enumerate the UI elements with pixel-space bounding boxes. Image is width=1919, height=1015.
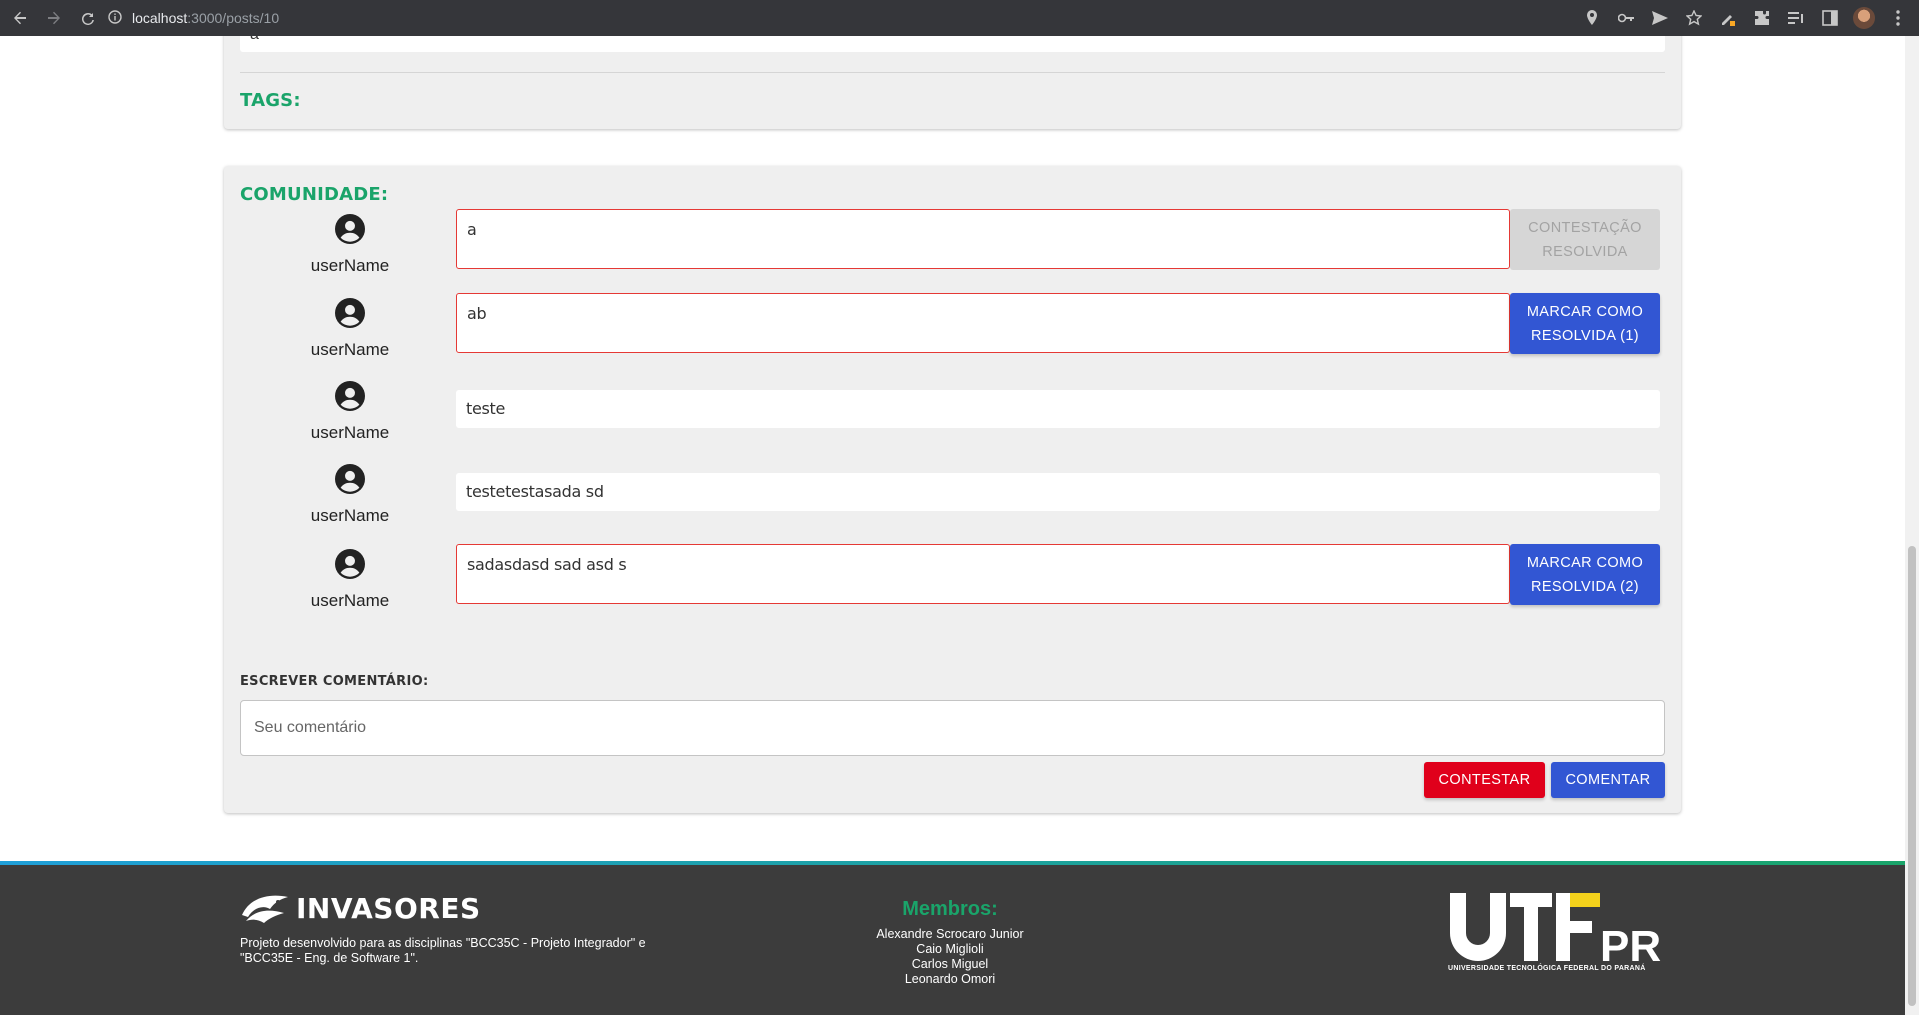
write-comment-label: ESCREVER COMENTÁRIO: xyxy=(240,674,429,689)
member-name: Alexandre Scrocaro Junior xyxy=(876,927,1024,941)
comment-input-placeholder: Seu comentário xyxy=(254,719,367,736)
footer: INVASORES Projeto desenvolvido para as d… xyxy=(0,861,1905,1015)
project-description: Projeto desenvolvido para as disciplinas… xyxy=(240,936,646,965)
url-path: :3000/posts/10 xyxy=(187,10,280,26)
post-details-card: a TAGS: xyxy=(224,36,1681,129)
comment-text: ab xyxy=(456,293,1510,353)
comment-username: userName xyxy=(310,591,390,610)
comment-item: userName teste xyxy=(240,376,1665,442)
community-card: COMUNIDADE: userName a CONTESTAÇÃO RESOL… xyxy=(224,166,1681,813)
location-icon[interactable] xyxy=(1581,7,1603,29)
utfpr-logo-mark: PR xyxy=(1450,893,1661,971)
post-field-value: a xyxy=(250,36,259,44)
comment-text: teste xyxy=(456,390,1660,428)
member-name: Caio Miglioli xyxy=(916,942,984,956)
extensions-puzzle-icon[interactable] xyxy=(1751,7,1773,29)
svg-text:PR: PR xyxy=(1600,922,1661,963)
comment-username: userName xyxy=(310,423,390,442)
user-avatar-icon xyxy=(335,464,365,494)
user-avatar-icon xyxy=(335,381,365,411)
extension-pen-icon[interactable] xyxy=(1717,7,1739,29)
mark-resolved-button[interactable]: MARCAR COMO RESOLVIDA (1) xyxy=(1510,293,1660,354)
bookmark-star-icon[interactable] xyxy=(1683,7,1705,29)
comment-text: testetestasada sd xyxy=(456,473,1660,511)
forward-icon[interactable] xyxy=(40,4,68,32)
user-avatar-icon xyxy=(335,298,365,328)
comment-username: userName xyxy=(310,256,390,275)
profile-avatar[interactable] xyxy=(1853,7,1875,29)
invasores-logo-icon xyxy=(242,895,288,923)
community-title: COMUNIDADE: xyxy=(240,184,389,205)
comment-user: userName xyxy=(240,298,460,360)
page-viewport: a TAGS: COMUNIDADE: userName a CONTESTAÇ… xyxy=(0,36,1905,1015)
send-icon[interactable] xyxy=(1649,7,1671,29)
contest-button[interactable]: CONTESTAR xyxy=(1424,762,1545,798)
comment-user: userName xyxy=(240,549,460,611)
comment-username: userName xyxy=(310,340,390,359)
user-avatar-icon xyxy=(335,549,365,579)
post-field: a xyxy=(240,36,1665,52)
university-name: UNIVERSIDADE TECNOLÓGICA FEDERAL DO PARA… xyxy=(1448,965,1646,972)
contest-resolved-button: CONTESTAÇÃO RESOLVIDA xyxy=(1510,209,1660,270)
members-block: Membros: Alexandre Scrocaro Junior Caio … xyxy=(860,898,1040,987)
menu-dots-icon[interactable] xyxy=(1887,7,1909,29)
comment-item: userName testetestasada sd xyxy=(240,459,1665,525)
comment-user: userName xyxy=(240,214,460,276)
utfpr-logo: PR UNIVERSIDADE TECNOLÓGICA FEDERAL DO P… xyxy=(1448,891,1668,973)
comment-item: userName a CONTESTAÇÃO RESOLVIDA xyxy=(240,209,1665,275)
members-title: Membros: xyxy=(902,898,998,920)
mark-resolved-button[interactable]: MARCAR COMO RESOLVIDA (2) xyxy=(1510,544,1660,605)
scrollbar-thumb[interactable] xyxy=(1908,546,1916,1006)
reading-list-icon[interactable] xyxy=(1785,7,1807,29)
brand-logo: INVASORES xyxy=(240,891,481,925)
page-scrollbar[interactable] xyxy=(1905,36,1919,1015)
comment-username: userName xyxy=(310,506,390,525)
comment-text: sadasdasd sad asd s xyxy=(456,544,1510,604)
site-info-icon[interactable] xyxy=(108,9,122,27)
back-icon[interactable] xyxy=(6,4,34,32)
footer-stripe xyxy=(0,861,1905,865)
comment-item: userName sadasdasd sad asd s MARCAR COMO… xyxy=(240,544,1665,610)
key-icon[interactable] xyxy=(1615,7,1637,29)
comment-text: a xyxy=(456,209,1510,269)
comment-button[interactable]: COMENTAR xyxy=(1551,762,1665,798)
url-host: localhost xyxy=(132,10,188,26)
divider xyxy=(240,72,1665,73)
brand-name: INVASORES xyxy=(296,891,481,925)
user-avatar-icon xyxy=(335,214,365,244)
comment-item: userName ab MARCAR COMO RESOLVIDA (1) xyxy=(240,293,1665,359)
comment-user: userName xyxy=(240,464,460,526)
address-bar[interactable]: localhost:3000/posts/10 xyxy=(108,0,279,36)
member-name: Carlos Miguel xyxy=(911,957,989,971)
member-name: Leonardo Omori xyxy=(904,972,996,986)
tags-title: TAGS: xyxy=(240,90,301,111)
comment-user: userName xyxy=(240,381,460,443)
reload-icon[interactable] xyxy=(74,4,102,32)
comment-input[interactable]: Seu comentário xyxy=(240,700,1665,756)
side-panel-icon[interactable] xyxy=(1819,7,1841,29)
browser-toolbar: localhost:3000/posts/10 xyxy=(0,0,1919,36)
